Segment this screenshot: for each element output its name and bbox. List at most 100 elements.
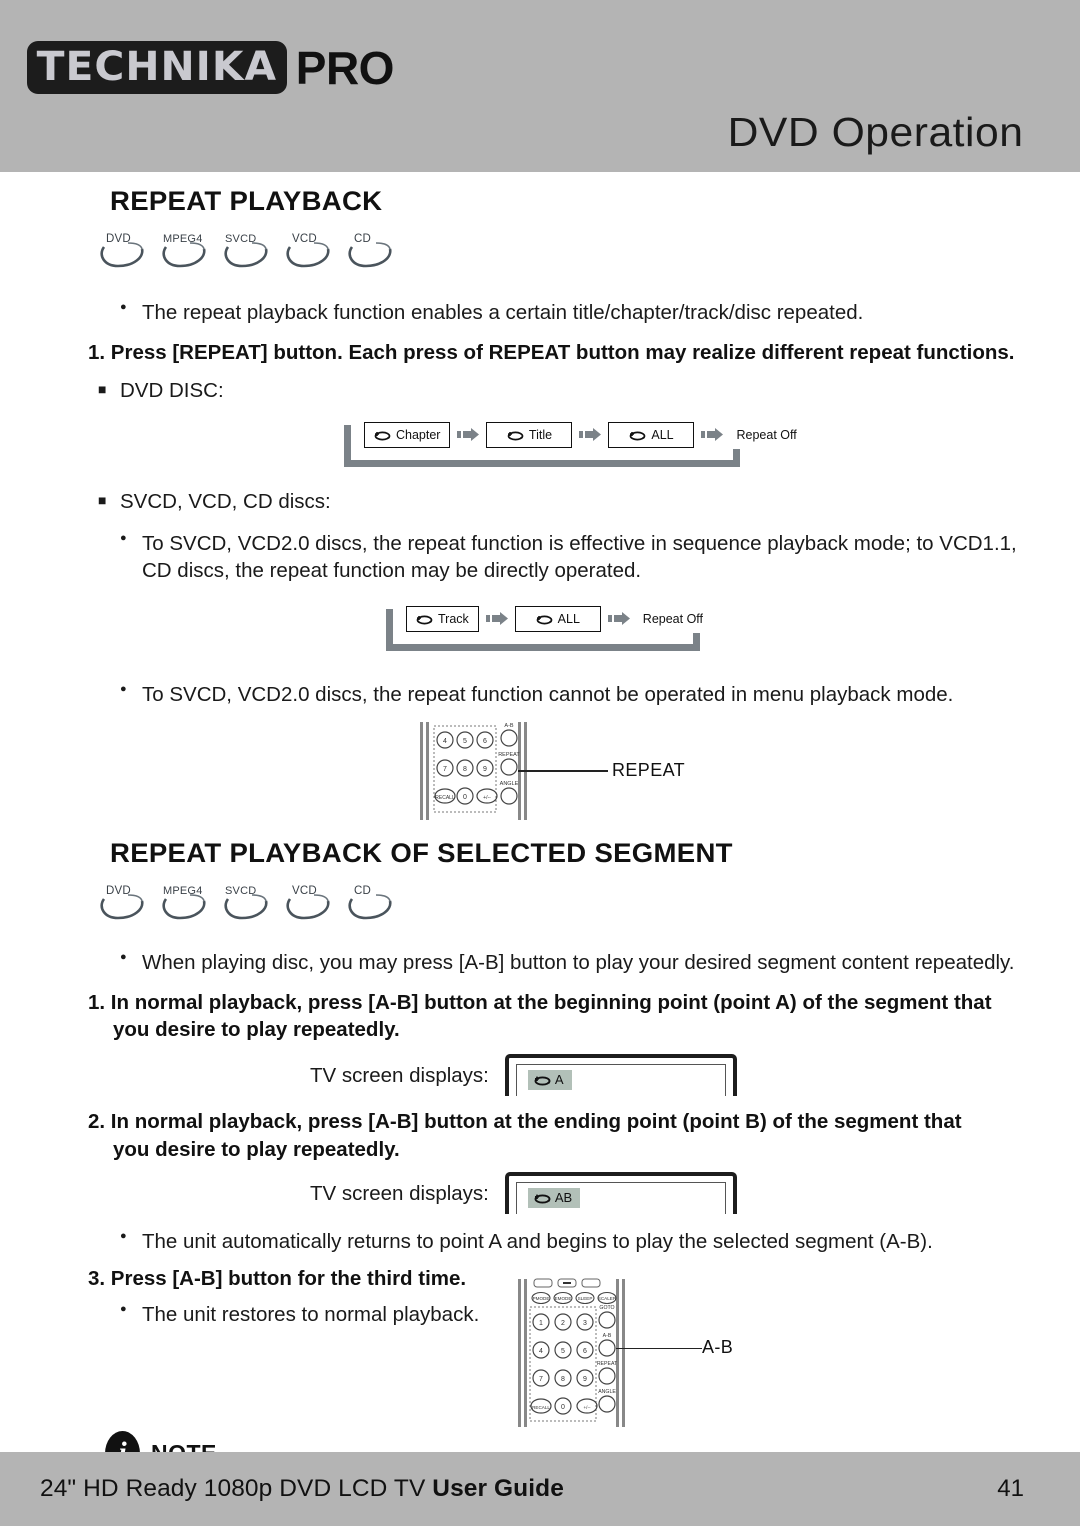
osd-indicator-ab: AB (527, 1188, 581, 1208)
svg-text:RECALL: RECALL (532, 1405, 550, 1410)
svg-text:EMODE: EMODE (555, 1296, 572, 1301)
step-1-line2: you desire to play repeatedly. (113, 1018, 400, 1042)
tv-screen-frame-a: A (504, 1054, 737, 1097)
svg-text:REPEAT: REPEAT (498, 752, 520, 758)
flow-box-all: ALL (514, 605, 601, 632)
osd-label: A (554, 1072, 564, 1088)
section-title-selected-segment: REPEAT PLAYBACK OF SELECTED SEGMENT (110, 838, 733, 869)
page-number: 41 (997, 1475, 1024, 1502)
dvd-repeat-flow-diagram: Chapter Title ALL Repeat Off (0, 420, 1080, 467)
dvd-disc-label: DVD DISC: (98, 378, 1080, 405)
intro-bullet-repeat: The repeat playback function enables a c… (120, 299, 1040, 326)
disc-icon-cd: CD (344, 885, 396, 925)
svg-text:ANGLE: ANGLE (598, 1389, 616, 1395)
disc-format-row-1: DVD MPEG4 SVCD VCD CD (96, 233, 1080, 273)
flow-label-repeat-off: Repeat Off (642, 611, 704, 626)
step-1-line1: 1. In normal playback, press [A-B] butto… (88, 990, 992, 1014)
disc-icon-label: SVCD (225, 233, 257, 245)
tv-screen-label: TV screen displays: (310, 1064, 489, 1088)
repeat-loop-icon (534, 1074, 551, 1086)
disc-icon-label: MPEG4 (163, 885, 203, 898)
svg-text:2: 2 (561, 1320, 565, 1327)
flow-box-track: Track (406, 605, 479, 632)
bullet-auto-return: The unit automatically returns to point … (120, 1228, 1040, 1255)
tv-display-row-ab: TV screen displays: AB (310, 1172, 1080, 1214)
flow-label: Chapter (396, 427, 441, 442)
osd-label: AB (554, 1190, 573, 1205)
repeat-loop-icon (629, 429, 646, 441)
disc-icon-svcd: SVCD (220, 233, 272, 273)
svg-text:9: 9 (583, 1376, 587, 1383)
osd-indicator-a: A (527, 1070, 572, 1091)
step-2-line1: 2. In normal playback, press [A-B] butto… (88, 1110, 962, 1134)
svg-text:ANGLE: ANGLE (500, 781, 519, 787)
svg-text:REPEAT: REPEAT (597, 1361, 618, 1367)
svg-text:PMODE: PMODE (533, 1296, 550, 1301)
svcd-bullet-1: To SVCD, VCD2.0 discs, the repeat functi… (120, 530, 1040, 585)
svcd-bullet-2: To SVCD, VCD2.0 discs, the repeat functi… (120, 681, 1040, 708)
disc-icon-mpeg4: MPEG4 (158, 885, 210, 925)
svg-text:9: 9 (483, 766, 487, 773)
callout-leader-line (518, 770, 608, 772)
logo-text: TECHNIKA (36, 44, 278, 90)
callout-label-ab: A-B (702, 1336, 734, 1357)
tv-screen-frame-ab: AB (504, 1172, 737, 1214)
page-header: TECHNIKA PRO DVD Operation (0, 0, 1080, 172)
footer-product-text: 24" HD Ready 1080p DVD LCD TV User Guide (40, 1475, 564, 1503)
flow-label: ALL (557, 611, 580, 626)
svcd-repeat-flow-diagram: Track ALL Repeat Off (0, 604, 1080, 651)
svg-text:0: 0 (463, 794, 467, 801)
disc-icon-vcd: VCD (282, 885, 334, 925)
step-1-repeat: 1. Press [REPEAT] button. Each press of … (88, 341, 1015, 365)
disc-icon-label: MPEG4 (163, 233, 203, 245)
flow-arrow-icon (607, 612, 630, 626)
flow-label-repeat-off: Repeat Off (736, 427, 797, 442)
page-footer: 24" HD Ready 1080p DVD LCD TV User Guide… (0, 1452, 1080, 1526)
callout-leader-line (616, 1347, 702, 1350)
svg-text:7: 7 (539, 1376, 543, 1383)
flow-label: ALL (651, 427, 674, 442)
disc-icon-dvd: DVD (96, 885, 148, 925)
flow-box-all: ALL (608, 421, 695, 448)
flow-label: Track (438, 611, 469, 626)
svcd-bullet-1-line1: To SVCD, VCD2.0 discs, the repeat functi… (142, 531, 1017, 555)
footer-product-name: 24" HD Ready 1080p DVD LCD TV (40, 1475, 433, 1502)
disc-icon-label: CD (354, 233, 372, 245)
svg-text:A-B: A-B (504, 723, 514, 729)
intro-bullet-segment: When playing disc, you may press [A-B] b… (120, 949, 1040, 976)
svg-text:A-B: A-B (603, 1333, 612, 1339)
svcd-disc-label: SVCD, VCD, CD discs: (98, 489, 1080, 516)
svg-text:4: 4 (443, 738, 447, 745)
svg-text:GOTO: GOTO (599, 1305, 614, 1311)
repeat-loop-icon (374, 429, 391, 441)
disc-icon-cd: CD (344, 233, 396, 273)
repeat-loop-icon (536, 613, 553, 625)
svg-text:6: 6 (583, 1348, 587, 1355)
svcd-bullet-1-line2: CD discs, the repeat function may be dir… (142, 559, 642, 583)
disc-icon-label: VCD (292, 233, 317, 245)
svg-text:7: 7 (443, 766, 447, 773)
step-2-line2: you desire to play repeatedly. (113, 1138, 400, 1162)
svg-text:0: 0 (561, 1404, 565, 1411)
remote-control-ab-illustration: PMODE EMODE SLEEP SCALER 123 456 789 RECA (0, 1278, 1080, 1427)
remote-control-repeat-illustration: 4 5 6 7 8 9 RECALL 0 +/-- A-B REPEAT ANGLE REPEA… (0, 720, 1080, 828)
callout-label-repeat: REPEAT (612, 760, 686, 781)
disc-icon-mpeg4: MPEG4 (158, 233, 210, 273)
svg-text:8: 8 (463, 766, 467, 773)
footer-guide-label: User Guide (432, 1475, 564, 1502)
disc-icon-label: SVCD (225, 885, 257, 898)
disc-icon-label: DVD (106, 885, 131, 898)
flow-arrow-icon (485, 612, 508, 626)
svg-text:SLEEP: SLEEP (578, 1296, 593, 1301)
disc-icon-label: VCD (292, 885, 317, 898)
svg-text:+/--: +/-- (483, 795, 491, 801)
disc-icon-label: CD (354, 885, 372, 898)
svg-text:8: 8 (561, 1376, 565, 1383)
flow-arrow-icon (457, 428, 480, 442)
section-title-repeat-playback: REPEAT PLAYBACK (110, 186, 383, 216)
flow-box-chapter: Chapter (364, 421, 451, 448)
manual-page: TECHNIKA PRO DVD Operation REPEAT PLAYBA… (0, 0, 1080, 1526)
brand-logo: TECHNIKA PRO (27, 41, 394, 94)
svg-text:RECALL: RECALL (435, 795, 455, 801)
svg-text:4: 4 (539, 1348, 543, 1355)
